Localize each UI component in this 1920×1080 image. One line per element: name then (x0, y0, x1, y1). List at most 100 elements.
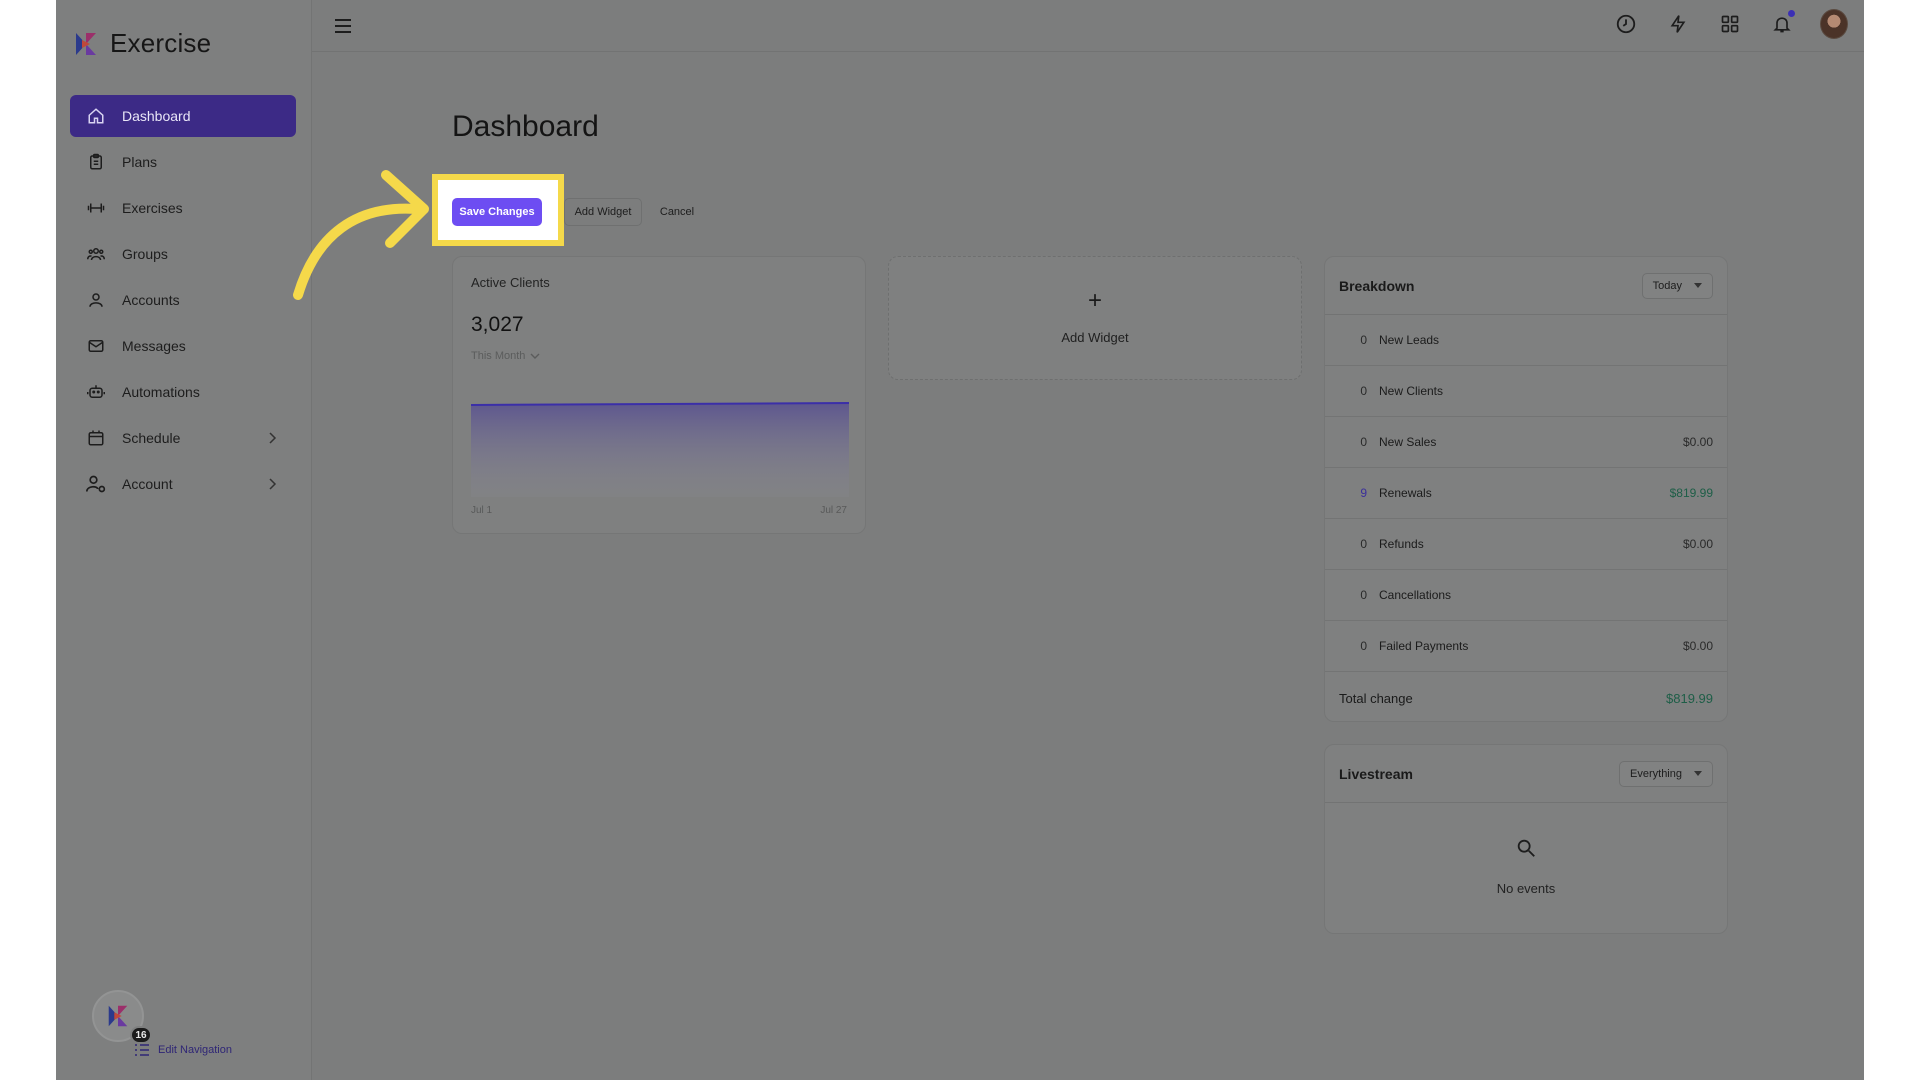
breakdown-row[interactable]: 0 Failed Payments $0.00 (1325, 621, 1727, 672)
sidebar-item-label: Schedule (122, 430, 181, 446)
pointer-arrow-annotation (293, 170, 429, 300)
row-count: 0 (1360, 333, 1367, 347)
breakdown-filter-dropdown[interactable]: Today (1641, 272, 1713, 299)
row-label: Cancellations (1379, 588, 1452, 602)
row-amount: $819.99 (1669, 486, 1713, 500)
livestream-widget: Livestream Everything No events (1324, 744, 1728, 934)
clipboard-icon (86, 152, 106, 172)
breakdown-row[interactable]: 0 New Sales $0.00 (1325, 417, 1727, 468)
user-gear-icon (86, 474, 106, 494)
list-icon (135, 1044, 149, 1056)
breakdown-row[interactable]: 0 Cancellations (1325, 570, 1727, 621)
dropdown-value: Today (1652, 279, 1682, 292)
mail-icon (86, 336, 106, 356)
dropdown-value: Everything (1630, 767, 1682, 780)
sidebar-item-label: Dashboard (122, 108, 191, 124)
row-count: 0 (1360, 384, 1367, 398)
clock-icon[interactable] (1612, 10, 1640, 38)
add-widget-label: Add Widget (1061, 330, 1129, 345)
avatar (1820, 9, 1848, 39)
chevron-down-icon (530, 353, 540, 359)
breakdown-row[interactable]: 0 Refunds $0.00 (1325, 519, 1727, 570)
row-count: 0 (1360, 588, 1367, 602)
sidebar-item-messages[interactable]: Messages (70, 325, 296, 367)
sidebar-item-accounts[interactable]: Accounts (70, 279, 296, 321)
sidebar-item-groups[interactable]: Groups (70, 233, 296, 275)
caret-down-icon (1694, 283, 1702, 288)
calendar-icon (86, 428, 106, 448)
period-label: This Month (471, 350, 526, 362)
edit-navigation-label: Edit Navigation (158, 1044, 232, 1056)
row-count: 0 (1360, 639, 1367, 653)
save-changes-button[interactable]: Save Changes (452, 198, 542, 226)
bell-icon[interactable] (1768, 10, 1796, 38)
sidebar-item-exercises[interactable]: Exercises (70, 187, 296, 229)
exercise-logo-icon (76, 32, 96, 55)
total-value: $819.99 (1666, 690, 1713, 706)
add-widget-placeholder[interactable]: + Add Widget (888, 256, 1302, 380)
x-axis-start-label: Jul 1 (471, 505, 493, 516)
notification-dot (1788, 10, 1795, 17)
plus-icon: + (1087, 287, 1102, 314)
row-label: New Clients (1379, 384, 1444, 398)
total-change-row: Total change $819.99 (1325, 672, 1727, 724)
add-widget-button[interactable]: Add Widget (564, 198, 642, 226)
hamburger-menu-icon[interactable] (332, 15, 354, 37)
breakdown-widget: Breakdown Today 0 New Leads 0 New Client… (1324, 256, 1728, 722)
livestream-filter-dropdown[interactable]: Everything (1619, 760, 1713, 787)
cancel-button[interactable]: Cancel (650, 198, 704, 226)
sidebar-item-label: Accounts (122, 292, 180, 308)
user-avatar[interactable] (1820, 9, 1848, 39)
row-label: Renewals (1379, 486, 1432, 500)
period-selector[interactable]: This Month (471, 350, 540, 362)
sidebar-nav: Dashboard Plans Exercises Groups Account… (70, 95, 296, 509)
chevron-right-icon (269, 478, 277, 490)
robot-icon (86, 382, 106, 402)
sidebar-item-label: Groups (122, 246, 168, 262)
row-count: 0 (1360, 435, 1367, 449)
users-icon (86, 244, 106, 264)
livestream-header: Livestream Everything (1325, 745, 1727, 803)
active-clients-widget: Active Clients 3,027 This Month Jul 1 Ju… (452, 256, 866, 534)
active-clients-sparkline (471, 402, 849, 497)
search-icon (1325, 837, 1727, 859)
apps-grid-icon[interactable] (1716, 10, 1744, 38)
breakdown-row[interactable]: 0 New Clients (1325, 366, 1727, 417)
sidebar-item-plans[interactable]: Plans (70, 141, 296, 183)
chevron-right-icon (269, 432, 277, 444)
sidebar-item-label: Plans (122, 154, 158, 170)
sidebar-item-schedule[interactable]: Schedule (70, 417, 296, 459)
top-bar-actions (1612, 9, 1848, 39)
sparkline-area (471, 403, 849, 497)
active-clients-value: 3,027 (471, 313, 524, 336)
total-label: Total change (1339, 690, 1413, 706)
edit-navigation-link[interactable]: Edit Navigation (134, 1043, 232, 1057)
sidebar-item-dashboard[interactable]: Dashboard (70, 95, 296, 137)
brand-name: Exercise (110, 28, 212, 58)
exercise-logo-icon (108, 1005, 128, 1027)
lightning-icon[interactable] (1664, 10, 1692, 38)
brand[interactable]: Exercise (72, 28, 211, 59)
sidebar-item-account[interactable]: Account (70, 463, 296, 505)
breakdown-row[interactable]: 0 New Leads (1325, 315, 1727, 366)
row-label: Failed Payments (1379, 639, 1469, 653)
row-label: Refunds (1379, 537, 1424, 551)
sidebar-item-label: Messages (122, 338, 186, 354)
x-axis-end-label: Jul 27 (820, 505, 847, 516)
widget-title: Active Clients (471, 275, 550, 290)
notification-count-badge: 16 (130, 1026, 152, 1044)
caret-down-icon (1694, 771, 1702, 776)
sidebar-item-automations[interactable]: Automations (70, 371, 296, 413)
app-window: Exercise Dashboard Plans Exercises Group… (56, 0, 1864, 1080)
page-title: Dashboard (452, 110, 599, 143)
top-bar (312, 0, 1864, 52)
livestream-title: Livestream (1339, 765, 1413, 782)
row-amount: $0.00 (1682, 639, 1713, 653)
breakdown-header: Breakdown Today (1325, 257, 1727, 315)
sidebar-item-label: Exercises (122, 200, 183, 216)
home-icon (86, 106, 106, 126)
dumbbell-icon (86, 198, 106, 218)
empty-state-text: No events (1496, 881, 1556, 896)
row-count: 0 (1360, 537, 1367, 551)
breakdown-row[interactable]: 9 Renewals $819.99 (1325, 468, 1727, 519)
